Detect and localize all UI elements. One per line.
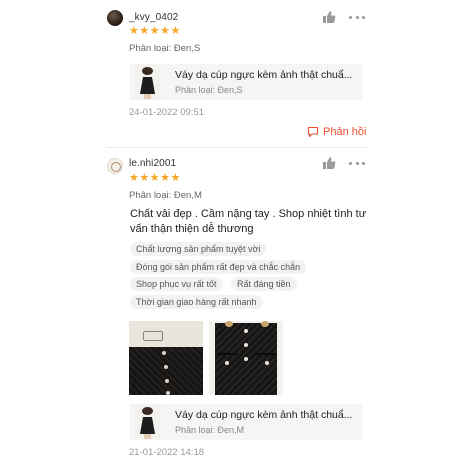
product-name: Váy dạ cúp ngực kèm ảnh thật chuẩ...	[175, 69, 353, 81]
avatar[interactable]	[107, 158, 123, 174]
review-item: _kvy_0402 ★★★★★ Phân loại: Đen,S Váy dạ …	[0, 0, 469, 150]
product-thumbnail	[134, 65, 161, 99]
thumbs-up-icon[interactable]	[322, 156, 336, 170]
review-tag: Chất lượng sản phẩm tuyệt vời	[130, 242, 267, 256]
review-tag: Đóng gói sản phẩm rất đẹp và chắc chắn	[130, 260, 307, 274]
review-timestamp: 24-01-2022 09:51	[129, 107, 205, 118]
divider	[106, 147, 368, 148]
product-variant: Phân loại: Đen,M	[175, 425, 245, 435]
product-card[interactable]: Váy dạ cúp ngực kèm ảnh thật chuẩ... Phâ…	[130, 404, 362, 440]
review-tag: Rất đáng tiền	[231, 277, 297, 291]
thumbs-up-icon[interactable]	[322, 10, 336, 24]
reviewer-username[interactable]: _kvy_0402	[129, 12, 178, 23]
review-photo[interactable]	[129, 321, 203, 395]
review-tag: Thời gian giao hàng rất nhanh	[130, 295, 263, 309]
review-comment: Chất vải đẹp . Cầm nặng tay . Shop nhiệt…	[130, 208, 367, 235]
variant-label: Phân loại: Đen,S	[129, 43, 201, 54]
product-card[interactable]: Váy dạ cúp ngực kèm ảnh thật chuẩ... Phâ…	[130, 64, 362, 100]
rating-stars: ★★★★★	[129, 172, 181, 184]
product-name: Váy dạ cúp ngực kèm ảnh thật chuẩ...	[175, 409, 353, 421]
avatar[interactable]	[107, 10, 123, 26]
product-thumbnail	[134, 405, 161, 439]
reply-label: Phản hồi	[323, 126, 367, 138]
reply-button[interactable]: Phản hồi	[307, 126, 366, 138]
more-options-icon[interactable]	[349, 14, 365, 20]
reply-chat-icon	[307, 126, 319, 138]
rating-stars: ★★★★★	[129, 25, 181, 37]
review-timestamp: 21-01-2022 14:18	[129, 447, 205, 458]
variant-label: Phân loại: Đen,M	[129, 190, 202, 201]
review-tag: Shop phục vụ rất tốt	[130, 277, 223, 291]
product-variant: Phân loại: Đen,S	[175, 85, 243, 95]
review-photo[interactable]	[209, 321, 283, 395]
more-options-icon[interactable]	[349, 160, 365, 166]
reviewer-username[interactable]: le.nhi2001	[129, 158, 176, 169]
